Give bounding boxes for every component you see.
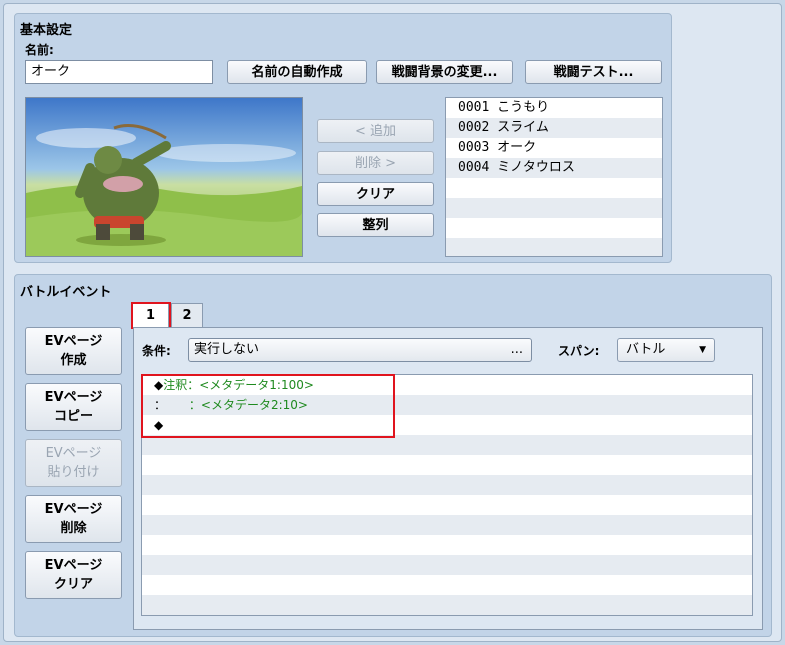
ev-delete-line1: EVページ xyxy=(44,502,103,517)
align-enemies-button[interactable]: 整列 xyxy=(317,213,434,237)
command-row[interactable]: ： ：<メタデータ2:10> xyxy=(142,395,752,415)
ev-create-line2: 作成 xyxy=(60,353,87,368)
empty-row xyxy=(142,535,752,555)
ev-paste-line2: 貼り付け xyxy=(47,465,100,480)
span-value: バトル xyxy=(626,342,666,357)
enemy-list-item[interactable] xyxy=(446,218,662,238)
empty-row xyxy=(142,575,752,595)
ev-delete-line2: 削除 xyxy=(60,521,87,536)
enemy-list-item[interactable]: 0002 スライム xyxy=(446,118,662,138)
basic-settings-panel: 基本設定 名前: オーク 名前の自動作成 戦闘背景の変更... 戦闘テスト... xyxy=(14,13,672,263)
enemy-list-item[interactable] xyxy=(446,178,662,198)
ev-copy-line1: EVページ xyxy=(44,390,103,405)
enemy-list-item[interactable] xyxy=(446,198,662,218)
command-text: 注釈：<メタデータ1:100> xyxy=(163,378,314,392)
command-prefix: ◆ xyxy=(154,418,164,432)
ev-page-create-button[interactable]: EVページ 作成 xyxy=(25,327,122,375)
command-row[interactable]: ◆ xyxy=(142,415,752,435)
empty-row xyxy=(142,595,752,615)
ev-page-paste-button[interactable]: EVページ 貼り付け xyxy=(25,439,122,487)
condition-label: 条件: xyxy=(142,344,171,358)
ev-page-clear-button[interactable]: EVページ クリア xyxy=(25,551,122,599)
event-page-area: 条件: 実行しない ... スパン: バトル ▼ ◆注釈：<メタデータ1:100… xyxy=(133,327,763,630)
empty-row xyxy=(142,455,752,475)
condition-value: 実行しない xyxy=(194,342,260,357)
battle-event-panel: バトルイベント EVページ 作成 EVページ コピー EVページ 貼り付け EV… xyxy=(14,274,772,637)
tab-page-2[interactable]: 2 xyxy=(171,303,203,327)
empty-row xyxy=(142,555,752,575)
battle-event-title: バトルイベント xyxy=(20,285,112,300)
ev-clear-line2: クリア xyxy=(53,577,93,592)
basic-settings-title: 基本設定 xyxy=(20,23,73,38)
span-select[interactable]: バトル ▼ xyxy=(617,338,715,362)
ev-page-delete-button[interactable]: EVページ 削除 xyxy=(25,495,122,543)
orc-battler-icon xyxy=(26,98,302,256)
command-text: ：<メタデータ2:10> xyxy=(166,398,308,412)
empty-row xyxy=(142,495,752,515)
add-enemy-button[interactable]: < 追加 xyxy=(317,119,434,143)
battle-test-button[interactable]: 戦闘テスト... xyxy=(525,60,662,84)
name-input[interactable]: オーク xyxy=(25,60,213,84)
span-label: スパン: xyxy=(558,344,600,358)
ev-page-copy-button[interactable]: EVページ コピー xyxy=(25,383,122,431)
ev-create-line1: EVページ xyxy=(44,334,103,349)
ev-paste-line1: EVページ xyxy=(45,446,102,461)
enemy-list-item[interactable]: 0001 こうもり xyxy=(446,98,662,118)
enemy-list[interactable]: 0001 こうもり 0002 スライム 0003 オーク 0004 ミノタウロス xyxy=(445,97,663,257)
ev-copy-line2: コピー xyxy=(53,409,93,424)
command-prefix: ： xyxy=(154,398,167,412)
battle-preview-image xyxy=(25,97,303,257)
command-prefix: ◆ xyxy=(154,378,164,392)
command-row[interactable]: ◆注釈：<メタデータ1:100> xyxy=(142,375,752,395)
condition-field[interactable]: 実行しない ... xyxy=(188,338,532,362)
empty-row xyxy=(142,435,752,455)
tab-page-1[interactable]: 1 xyxy=(132,303,169,327)
empty-row xyxy=(142,515,752,535)
name-label: 名前: xyxy=(25,43,54,57)
ev-clear-line1: EVページ xyxy=(44,558,103,573)
change-battleback-button[interactable]: 戦闘背景の変更... xyxy=(376,60,513,84)
enemy-list-item[interactable]: 0004 ミノタウロス xyxy=(446,158,662,178)
event-command-list[interactable]: ◆注釈：<メタデータ1:100> ： ：<メタデータ2:10> ◆ xyxy=(141,374,753,616)
empty-row xyxy=(142,475,752,495)
condition-ellipsis: ... xyxy=(510,342,523,357)
auto-name-button[interactable]: 名前の自動作成 xyxy=(227,60,367,84)
clear-enemies-button[interactable]: クリア xyxy=(317,182,434,206)
enemy-list-item[interactable]: 0003 オーク xyxy=(446,138,662,158)
enemy-list-item[interactable] xyxy=(446,238,662,256)
window-frame: 基本設定 名前: オーク 名前の自動作成 戦闘背景の変更... 戦闘テスト... xyxy=(3,3,782,642)
remove-enemy-button[interactable]: 削除 > xyxy=(317,151,434,175)
chevron-down-icon: ▼ xyxy=(699,345,706,355)
